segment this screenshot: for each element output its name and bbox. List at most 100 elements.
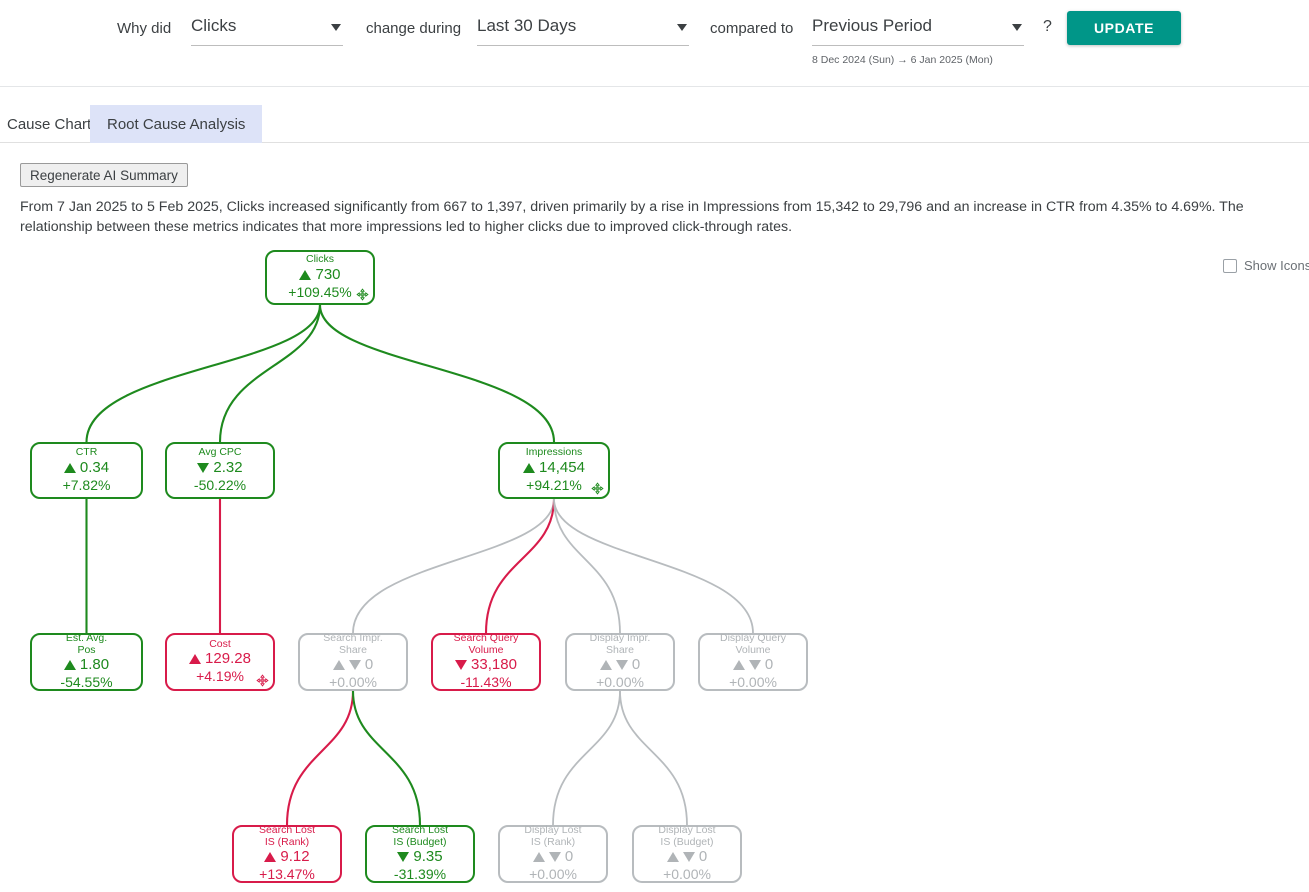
tree-node-value: 9.12 [264, 848, 310, 866]
arrow-up-icon [299, 269, 312, 280]
tree-edge-impressions-to-search-query-vol [484, 498, 556, 634]
tree-node-delta: 129.28 [205, 650, 251, 668]
update-button[interactable]: UPDATE [1067, 11, 1181, 45]
tree-node-percent: +4.19% [196, 668, 244, 685]
tree-node-title: Impressions [525, 446, 583, 459]
tree-node-cost[interactable]: Cost 129.28 +4.19% [165, 633, 275, 691]
comparison-date-range: 8 Dec 2024 (Sun) → 6 Jan 2025 (Mon) [812, 54, 993, 66]
tree-node-percent: +13.47% [259, 866, 315, 882]
tree-node-value: 1.80 [63, 656, 109, 674]
arrow-down-icon [455, 660, 468, 670]
tree-node-search-query-vol[interactable]: Search Query Volume 33,180 -11.43% [431, 632, 541, 691]
tree-node-display-lost-rank[interactable]: Display Lost IS (Rank) 0 +0.00% [498, 824, 608, 883]
arrow-up-icon [264, 852, 277, 862]
tree-node-percent: -50.22% [193, 476, 247, 493]
tree-node-value: 9.35 [397, 848, 443, 866]
chevron-down-icon [677, 24, 687, 31]
arrow-up-icon [532, 852, 545, 862]
tree-node-delta: 9.12 [280, 848, 310, 865]
tree-node-title: Search Lost IS (Budget) [391, 824, 449, 848]
tree-node-value: 33,180 [455, 656, 517, 674]
arrow-down-icon [748, 660, 761, 670]
tree-node-value: 0 [532, 848, 574, 866]
tree-node-percent: -31.39% [393, 866, 447, 882]
tree-node-display-impr-share[interactable]: Display Impr. Share 0 +0.00% [565, 632, 675, 691]
tree-node-percent: -54.55% [60, 674, 113, 690]
query-header-bar: Why did Clicks change during Last 30 Day… [0, 0, 1309, 87]
tree-node-title: Search Query Volume [453, 632, 519, 656]
change-during-label: change during [366, 20, 462, 37]
tree-node-title: Est. Avg. Pos [65, 632, 108, 656]
move-handle-icon[interactable] [591, 482, 604, 495]
period-select-value: Last 30 Days [477, 16, 577, 35]
move-handle-icon[interactable] [356, 288, 369, 301]
regenerate-ai-summary-button[interactable]: Regenerate AI Summary [20, 163, 188, 187]
tree-node-search-lost-rank[interactable]: Search Lost IS (Rank) 9.12 +13.47% [232, 824, 342, 883]
comparison-select[interactable]: Previous Period [812, 16, 1024, 46]
arrow-up-icon [332, 660, 345, 670]
tree-node-clicks[interactable]: Clicks 730 +109.45% [265, 250, 375, 305]
arrow-up-icon [732, 660, 745, 670]
tree-node-title: Search Lost IS (Rank) [258, 824, 316, 848]
arrow-up-icon [666, 852, 679, 862]
tree-node-title: Cost [209, 637, 231, 650]
ai-summary-text: From 7 Jan 2025 to 5 Feb 2025, Clicks in… [20, 199, 1244, 235]
arrow-up-icon [63, 660, 76, 670]
tree-node-value: 0 [599, 656, 641, 674]
help-icon[interactable]: ? [1043, 18, 1052, 36]
metric-select-value: Clicks [191, 16, 237, 35]
root-cause-tree: Clicks 730 +109.45% CTR 0.34 +7.82% Avg CPC 2.… [0, 240, 1309, 892]
arrow-up-icon [523, 462, 536, 473]
tree-node-title: Display Lost IS (Rank) [524, 824, 582, 848]
tree-node-delta: 0 [631, 656, 641, 673]
tree-node-title: Search Impr. Share [323, 632, 383, 656]
tree-node-percent: +94.21% [526, 476, 582, 493]
tree-node-delta: 2.32 [213, 458, 243, 476]
tree-node-value: 0 [666, 848, 707, 866]
compared-to-label: compared to [710, 20, 794, 37]
tree-node-value: 0 [732, 656, 774, 674]
tree-edge-impressions-to-display-query-vol [553, 498, 754, 634]
tree-edge-search-impr-share-to-search-lost-rank [285, 690, 355, 826]
tree-node-value: 0 [332, 656, 374, 674]
tree-node-delta: 0 [564, 848, 574, 865]
tree-node-avg-cpc[interactable]: Avg CPC 2.32 -50.22% [165, 442, 275, 499]
tree-node-percent: +0.00% [529, 866, 577, 882]
comparison-select-value: Previous Period [812, 16, 933, 35]
tree-edge-search-impr-share-to-search-lost-budget [351, 690, 422, 826]
tree-node-delta: 0 [764, 656, 774, 673]
metric-select[interactable]: Clicks [191, 16, 343, 46]
tree-node-percent: +0.00% [729, 674, 777, 690]
tree-edge-clicks-to-ctr [85, 304, 322, 443]
tree-node-delta: 33,180 [471, 656, 517, 673]
tree-node-value: 14,454 [523, 459, 585, 477]
arrow-down-icon [197, 462, 210, 473]
tree-node-search-lost-budget[interactable]: Search Lost IS (Budget) 9.35 -31.39% [365, 824, 475, 883]
arrow-down-icon [548, 852, 561, 862]
tree-node-value: 730 [299, 266, 341, 284]
tree-edge-impressions-to-search-impr-share [352, 498, 555, 634]
tree-node-delta: 14,454 [539, 458, 585, 476]
tree-edge-display-impr-share-to-display-lost-rank [552, 690, 621, 826]
tree-node-delta: 0 [364, 656, 374, 673]
tree-node-title: Display Lost IS (Budget) [658, 824, 716, 848]
tab-root-cause-analysis-label: Root Cause Analysis [107, 115, 246, 133]
tab-root-cause-analysis[interactable]: Root Cause Analysis [90, 105, 263, 143]
tree-node-display-lost-budget[interactable]: Display Lost IS (Budget) 0 +0.00% [632, 824, 742, 883]
tab-cause-chart-label: Cause Chart [7, 115, 92, 133]
period-select[interactable]: Last 30 Days [477, 16, 689, 46]
tree-node-value: 2.32 [197, 458, 243, 477]
tree-node-title: Display Query Volume [720, 632, 786, 656]
tree-node-ctr[interactable]: CTR 0.34 +7.82% [30, 442, 143, 499]
tree-node-impressions[interactable]: Impressions 14,454 +94.21% [498, 442, 610, 499]
tree-node-value: 129.28 [189, 650, 251, 668]
move-handle-icon[interactable] [256, 674, 269, 687]
tree-node-est-avg-pos[interactable]: Est. Avg. Pos 1.80 -54.55% [30, 632, 143, 691]
tree-node-percent: +0.00% [329, 674, 377, 690]
tree-edge-layer [85, 304, 754, 826]
tree-node-delta: 0.34 [79, 458, 110, 476]
tree-node-display-query-vol[interactable]: Display Query Volume 0 +0.00% [698, 632, 808, 691]
tree-node-delta: 9.35 [413, 848, 443, 865]
tree-node-search-impr-share[interactable]: Search Impr. Share 0 +0.00% [298, 632, 408, 691]
tree-node-title: Display Impr. Share [589, 632, 651, 656]
